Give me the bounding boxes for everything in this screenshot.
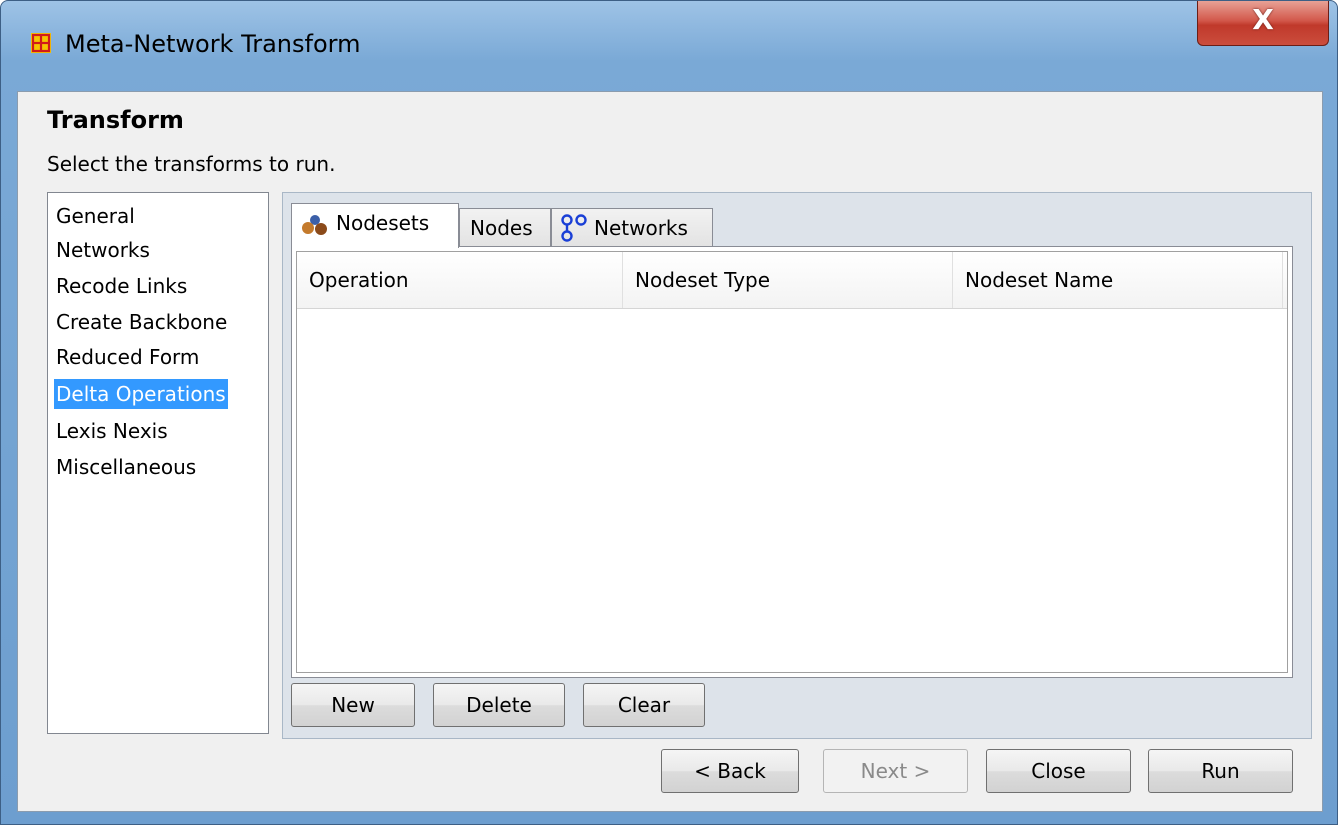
close-icon: X bbox=[1252, 3, 1274, 36]
title-bar[interactable]: Meta-Network Transform X bbox=[1, 1, 1338, 91]
tab-networks-label: Networks bbox=[594, 216, 688, 240]
page-subtitle: Select the transforms to run. bbox=[47, 152, 336, 176]
app-grid-icon bbox=[31, 33, 51, 53]
category-item-delta-operations[interactable]: Delta Operations bbox=[54, 379, 228, 409]
page-title: Transform bbox=[47, 106, 184, 134]
tab-content-nodesets: Operation Nodeset Type Nodeset Name bbox=[291, 246, 1293, 678]
next-button[interactable]: Next > bbox=[823, 749, 968, 793]
window-title: Meta-Network Transform bbox=[65, 30, 361, 58]
category-item-general[interactable]: General bbox=[54, 201, 137, 231]
category-item-recode-links[interactable]: Recode Links bbox=[54, 271, 189, 301]
tab-nodes[interactable]: Nodes bbox=[459, 208, 551, 248]
close-window-button[interactable]: X bbox=[1197, 1, 1329, 46]
column-header-nodeset-type[interactable]: Nodeset Type bbox=[623, 252, 953, 308]
tab-nodesets-label: Nodesets bbox=[336, 211, 430, 235]
column-header-operation[interactable]: Operation bbox=[297, 252, 623, 308]
networks-icon bbox=[561, 214, 587, 242]
back-button[interactable]: < Back bbox=[661, 749, 799, 793]
category-item-networks[interactable]: Networks bbox=[54, 235, 152, 265]
close-button-label: Close bbox=[1031, 759, 1086, 783]
tab-nodes-label: Nodes bbox=[470, 216, 533, 240]
run-button-label: Run bbox=[1201, 759, 1240, 783]
transform-category-list[interactable]: General Networks Recode Links Create Bac… bbox=[47, 192, 269, 734]
tab-nodesets[interactable]: Nodesets bbox=[291, 203, 459, 248]
dialog-window: Meta-Network Transform X Transform Selec… bbox=[0, 0, 1338, 825]
table-header: Operation Nodeset Type Nodeset Name bbox=[297, 252, 1287, 309]
delete-button[interactable]: Delete bbox=[433, 683, 565, 727]
category-item-reduced-form[interactable]: Reduced Form bbox=[54, 342, 201, 372]
category-item-create-backbone[interactable]: Create Backbone bbox=[54, 307, 229, 337]
tab-networks[interactable]: Networks bbox=[551, 208, 713, 248]
category-item-lexis-nexis[interactable]: Lexis Nexis bbox=[54, 416, 170, 446]
column-header-nodeset-name[interactable]: Nodeset Name bbox=[953, 252, 1283, 308]
nodeset-operations-table[interactable]: Operation Nodeset Type Nodeset Name bbox=[296, 251, 1288, 673]
back-button-label: < Back bbox=[694, 759, 766, 783]
close-button[interactable]: Close bbox=[986, 749, 1131, 793]
dialog-client-area: Transform Select the transforms to run. … bbox=[17, 91, 1323, 812]
clear-button[interactable]: Clear bbox=[583, 683, 705, 727]
transform-panel: Nodesets Nodes Networks Operation Nodese… bbox=[282, 192, 1312, 739]
run-button[interactable]: Run bbox=[1148, 749, 1293, 793]
new-button[interactable]: New bbox=[291, 683, 415, 727]
category-item-miscellaneous[interactable]: Miscellaneous bbox=[54, 452, 198, 482]
next-button-label: Next > bbox=[860, 759, 931, 783]
nodesets-icon bbox=[302, 215, 327, 235]
